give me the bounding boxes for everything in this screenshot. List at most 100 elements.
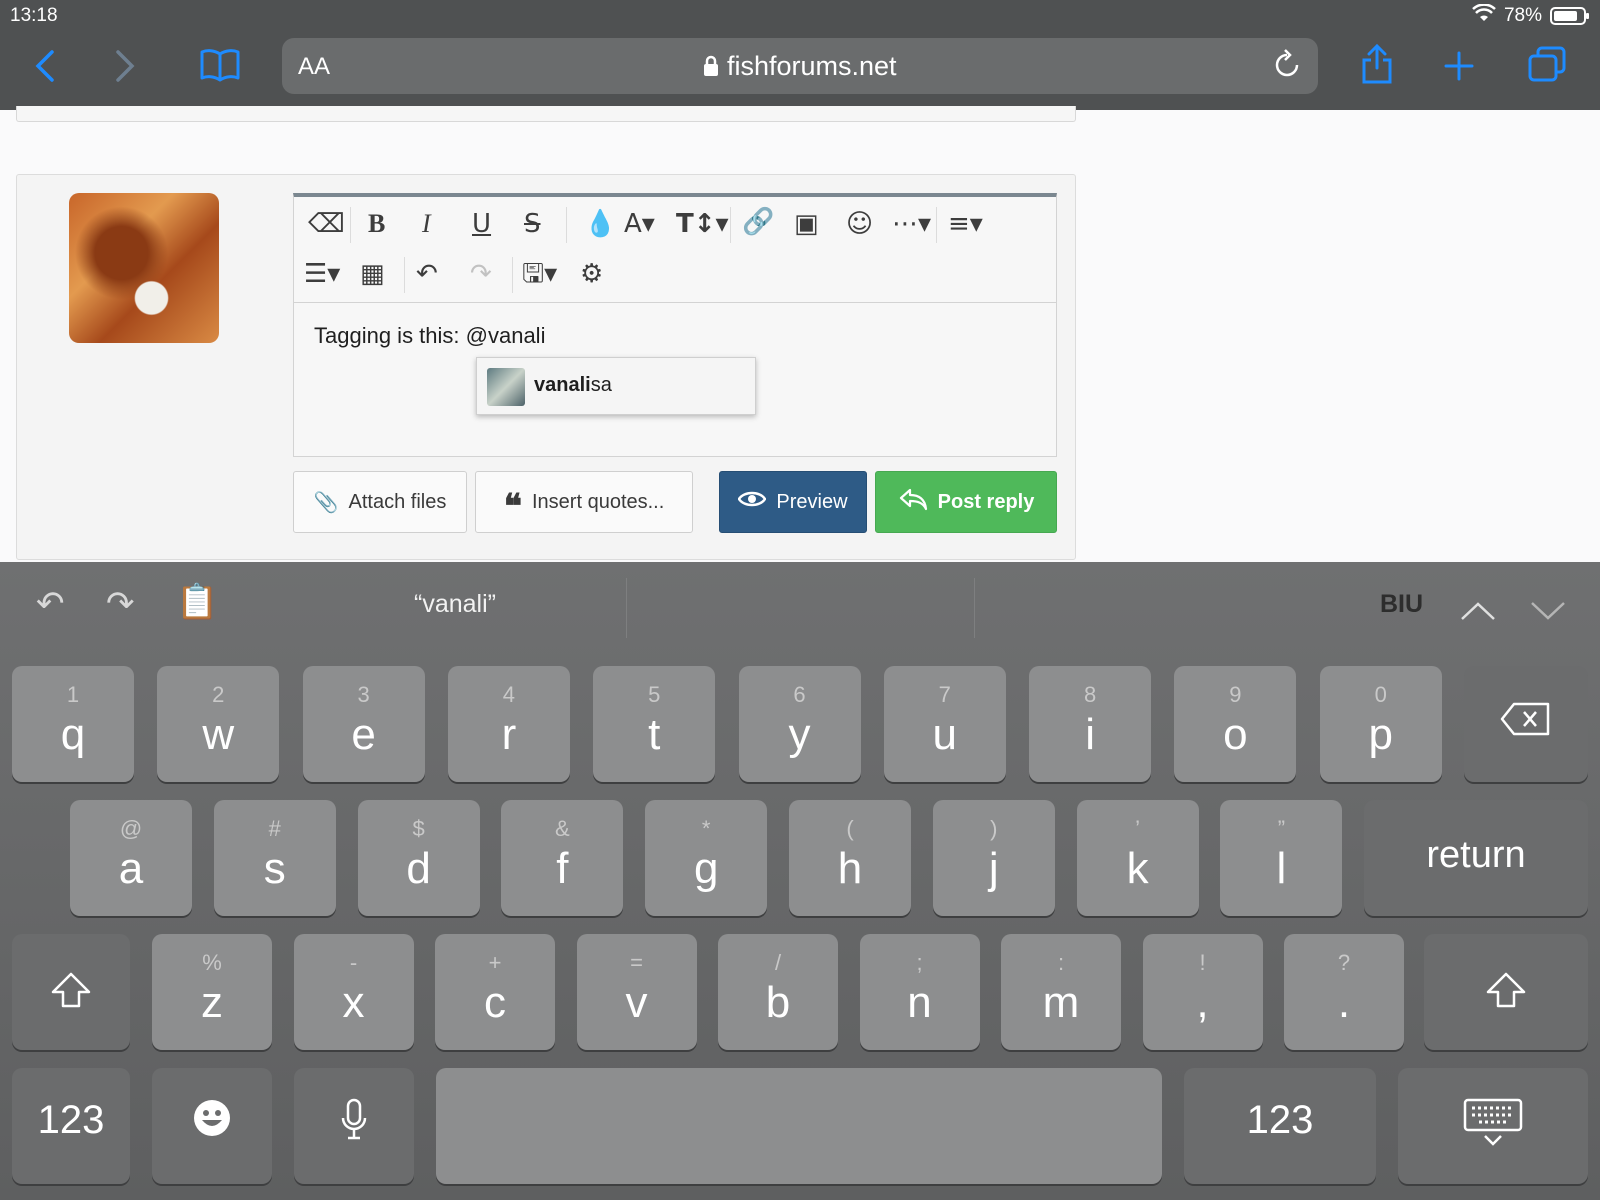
key-f[interactable]: & f [501, 800, 624, 916]
key-a[interactable]: @ a [70, 800, 192, 916]
key-label: f [556, 844, 569, 893]
page-content: ⌫ B I U S 💧 A▾ T↕▾ 🔗 ▣ ☺ ⋯▾ ≡▾ ☰▾ ▦ ↶ ↷ … [0, 106, 1600, 562]
browser-toolbar: AA fishforums.net [0, 30, 1600, 110]
space-key[interactable] [436, 1068, 1162, 1184]
address-bar[interactable]: AA fishforums.net [282, 38, 1318, 94]
key-u[interactable]: 7u [883, 666, 1006, 782]
return-label: return [1426, 834, 1526, 876]
mention-suggestion[interactable]: vanalisa [476, 357, 756, 415]
paperclip-icon: 📎 [313, 491, 339, 514]
drafts-icon[interactable]: 🖫▾ [522, 261, 557, 287]
preview-label: Preview [776, 490, 848, 513]
text-color-icon[interactable]: 💧 [584, 211, 616, 237]
key-alt-label: 1 [66, 682, 80, 707]
remove-format-icon[interactable]: ⌫ [308, 211, 345, 237]
more-options-icon[interactable]: ⋯▾ [892, 211, 931, 237]
settings-icon[interactable]: ⚙ [580, 261, 603, 287]
font-family-icon[interactable]: A▾ [624, 211, 655, 237]
bold-icon[interactable]: B [368, 211, 385, 237]
shift-key-right[interactable] [1424, 934, 1588, 1050]
key-n[interactable]: ; n [859, 934, 980, 1050]
align-icon[interactable]: ≡▾ [948, 211, 983, 237]
link-icon[interactable]: 🔗 [742, 209, 774, 235]
new-tab-icon[interactable] [1444, 48, 1474, 88]
key-alt-label: 5 [648, 682, 661, 707]
hide-keyboard-key[interactable] [1398, 1068, 1588, 1184]
key-alt-label: ? [1337, 950, 1351, 975]
back-icon[interactable] [32, 46, 56, 93]
key-x[interactable]: -x [293, 934, 414, 1050]
insert-quotes-button[interactable]: ❝ Insert quotes... [475, 471, 693, 533]
preview-button[interactable]: Preview [719, 471, 867, 533]
paste-icon[interactable]: 📋 [176, 582, 218, 622]
key-b[interactable]: / b [718, 934, 838, 1050]
key-p[interactable]: 0p [1319, 666, 1442, 782]
strikethrough-icon[interactable]: S [524, 211, 541, 237]
chevron-down-icon[interactable] [1530, 590, 1566, 630]
mention-username: vanalisa [534, 374, 612, 397]
key-z[interactable]: % z [152, 934, 272, 1050]
list-icon[interactable]: ☰▾ [304, 261, 340, 287]
key-t[interactable]: 5t [593, 666, 716, 782]
numbers-label: 123 [1246, 1098, 1314, 1142]
forward-icon[interactable] [112, 46, 136, 93]
numbers-key-left[interactable]: 123 [12, 1068, 130, 1184]
key-r[interactable]: 4r [447, 666, 570, 782]
return-key[interactable]: return [1364, 800, 1588, 916]
key-v[interactable]: = v [576, 934, 697, 1050]
dictation-key[interactable] [294, 1068, 414, 1184]
key-k[interactable]: ’ k [1076, 800, 1199, 916]
key-label: o [1223, 710, 1248, 759]
numbers-label: 123 [37, 1098, 105, 1142]
key-e[interactable]: 3e [302, 666, 425, 782]
share-icon[interactable] [1360, 43, 1394, 91]
wifi-icon [1472, 3, 1496, 28]
key-h[interactable]: (h [789, 800, 911, 916]
emoji-icon [152, 1098, 272, 1148]
key-g[interactable]: * g [645, 800, 768, 916]
italic-icon[interactable]: I [422, 211, 431, 237]
reload-icon[interactable] [1272, 47, 1302, 89]
attach-files-button[interactable]: 📎 Attach files [293, 471, 467, 533]
undo-icon[interactable]: ↶ [416, 261, 438, 287]
key-l[interactable]: ” l [1220, 800, 1343, 916]
editor-content[interactable]: Tagging is this: @vanali [314, 323, 545, 349]
eye-icon [737, 490, 767, 514]
key-o[interactable]: 9o [1174, 666, 1297, 782]
key-y[interactable]: 6y [738, 666, 861, 782]
key-i[interactable]: 8i [1029, 666, 1152, 782]
format-biu-button[interactable]: BIU [1380, 590, 1423, 619]
key-m[interactable]: :m [1001, 934, 1121, 1050]
suggestion-word[interactable]: “vanali” [360, 590, 550, 619]
delete-key[interactable] [1464, 666, 1588, 782]
key-label: d [406, 844, 431, 893]
key-period[interactable]: ?. [1284, 934, 1404, 1050]
numbers-key-right[interactable]: 123 [1184, 1068, 1376, 1184]
bookmarks-icon[interactable] [200, 48, 240, 89]
chevron-up-icon[interactable] [1460, 590, 1496, 630]
key-alt-label: : [1057, 950, 1065, 975]
key-d[interactable]: $ d [357, 800, 480, 916]
toolbar-divider [512, 257, 513, 293]
table-icon[interactable]: ▦ [360, 261, 385, 287]
post-reply-button[interactable]: Post reply [875, 471, 1057, 533]
rich-text-editor: ⌫ B I U S 💧 A▾ T↕▾ 🔗 ▣ ☺ ⋯▾ ≡▾ ☰▾ ▦ ↶ ↷ … [293, 193, 1057, 457]
key-c[interactable]: + c [435, 934, 555, 1050]
redo-icon[interactable]: ↷ [470, 261, 492, 287]
battery-percent: 78% [1503, 5, 1542, 26]
status-time: 13:18 [10, 5, 58, 26]
emoji-key[interactable] [152, 1068, 272, 1184]
shift-key-left[interactable] [12, 934, 130, 1050]
key-comma[interactable]: !, [1142, 934, 1263, 1050]
key-w[interactable]: 2w [157, 666, 280, 782]
image-icon[interactable]: ▣ [794, 211, 819, 237]
tabs-overview-icon[interactable] [1528, 46, 1566, 89]
key-s[interactable]: # s [213, 800, 336, 916]
font-size-icon[interactable]: T↕▾ [676, 211, 729, 237]
underline-icon[interactable]: U [472, 211, 491, 237]
key-q[interactable]: 1q [12, 666, 134, 782]
key-j[interactable]: ) j [932, 800, 1055, 916]
smiley-icon[interactable]: ☺ [846, 211, 873, 237]
redo-icon[interactable]: ↷ [106, 584, 135, 624]
undo-icon[interactable]: ↶ [36, 584, 65, 624]
